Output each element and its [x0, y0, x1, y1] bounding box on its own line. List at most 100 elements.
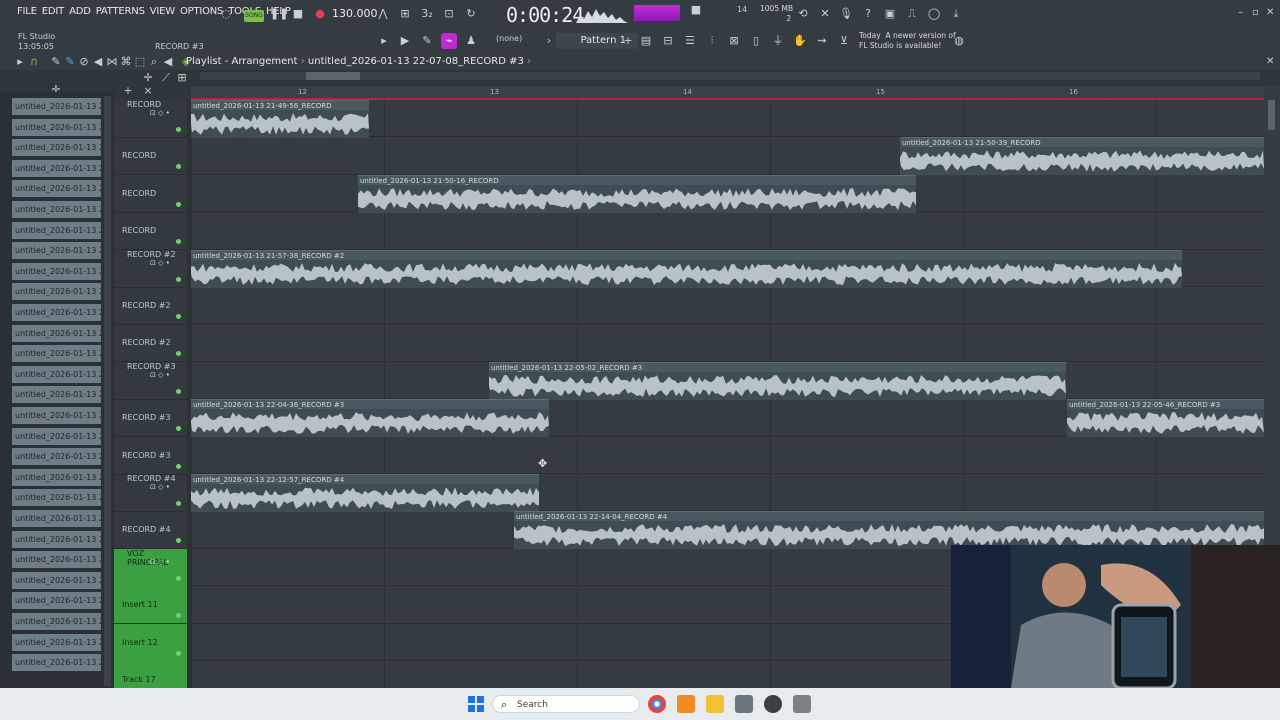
- track-mute-led[interactable]: [176, 239, 181, 245]
- magnet-icon[interactable]: ∩: [26, 54, 42, 70]
- track-header[interactable]: RECORD #2: [114, 324, 187, 363]
- metronome-icon[interactable]: ◌: [218, 6, 234, 22]
- pause-icon[interactable]: ❚❚: [270, 6, 288, 22]
- track-header[interactable]: RECORD: [114, 212, 187, 251]
- channel-rack-icon[interactable]: ⊟: [660, 33, 676, 49]
- browser-item[interactable]: untitled_2026-01-13 22-...: [12, 530, 101, 548]
- track-header[interactable]: RECORD #3 ⊡ ◇ •: [114, 362, 187, 400]
- chrome-icon[interactable]: [648, 695, 666, 713]
- windows-start-icon[interactable]: [468, 696, 484, 712]
- browser-item[interactable]: untitled_2026-01-13 22-...: [12, 510, 101, 527]
- browser-item[interactable]: untitled_2026-01-13 22-...: [12, 571, 101, 589]
- tools-icon[interactable]: ✕: [817, 6, 833, 22]
- blend-notes-icon[interactable]: ⊡: [441, 6, 457, 22]
- track-mute-led[interactable]: [176, 388, 181, 394]
- track-header[interactable]: RECORD: [114, 175, 187, 213]
- browser-item[interactable]: untitled_2026-01-13 21-...: [12, 118, 101, 136]
- timeline-ruler[interactable]: 12 13 14 15 16: [191, 86, 1264, 100]
- vscroll-thumb[interactable]: [1268, 100, 1275, 130]
- calculator-icon[interactable]: [793, 695, 811, 713]
- undo-history-icon[interactable]: ⟲: [795, 6, 811, 22]
- add-pattern-icon[interactable]: +: [620, 33, 636, 49]
- snap-icon[interactable]: ▶: [397, 33, 413, 49]
- microphone-icon[interactable]: 🎙: [838, 6, 854, 22]
- browser-scrollbar[interactable]: [104, 96, 111, 686]
- track-mute-led[interactable]: [176, 463, 181, 469]
- track-header[interactable]: RECORD #2: [114, 287, 187, 325]
- browser-item[interactable]: untitled_2026-01-13 22-...: [12, 386, 101, 404]
- track-header[interactable]: RECORD #4 ⊡ ◇ •: [114, 474, 187, 512]
- track-mute-led[interactable]: [176, 650, 181, 656]
- plugin-icon[interactable]: ⎍: [904, 6, 920, 22]
- audio-clip[interactable]: untitled_2026-01-13 22-14-04_RECORD #4: [514, 511, 1264, 550]
- track-controls-icon[interactable]: ⊡ ◇ •: [150, 371, 170, 379]
- fl-studio-icon[interactable]: [677, 695, 695, 713]
- track-mute-led[interactable]: [176, 538, 181, 544]
- update-notice[interactable]: Today A newer version of FL Studio is av…: [859, 31, 956, 51]
- browser-item[interactable]: untitled_2026-01-13 22-...: [12, 489, 101, 507]
- song-time-display[interactable]: 0:00:24: [506, 3, 584, 27]
- track-mute-led[interactable]: [176, 127, 181, 132]
- track-header[interactable]: RECORD #3: [114, 399, 187, 438]
- playlist-icon[interactable]: ▤: [638, 33, 654, 49]
- menu-edit[interactable]: EDIT: [42, 6, 64, 17]
- snap-select[interactable]: (none): [496, 34, 522, 43]
- mixer-icon[interactable]: ⫶: [704, 33, 720, 49]
- countdown-icon[interactable]: 3₂: [419, 6, 435, 22]
- track-mute-led[interactable]: [176, 314, 181, 319]
- browser-item[interactable]: untitled_2026-01-13 22-...: [12, 407, 101, 424]
- pencil-icon[interactable]: ✎: [419, 33, 435, 49]
- track-header[interactable]: RECORD #2 ⊡ ◇ •: [114, 250, 187, 288]
- menu-patterns[interactable]: PATTERNS: [96, 6, 145, 17]
- save-icon[interactable]: ▣: [882, 6, 898, 22]
- browser-item[interactable]: untitled_2026-01-13 22-...: [12, 468, 101, 486]
- browser-item[interactable]: untitled_2026-01-13 22-...: [12, 345, 101, 363]
- track-controls-icon[interactable]: ⊡ ◇ •: [150, 483, 170, 491]
- audio-clip[interactable]: untitled_2026-01-13 21-49-56_RECORD: [191, 100, 369, 138]
- track-controls-icon[interactable]: ⊡ ◇ •: [150, 109, 170, 117]
- stop-icon[interactable]: ■: [290, 6, 306, 22]
- close-icon[interactable]: ✕: [1266, 7, 1274, 18]
- track-controls-icon[interactable]: ⊡ ◇ •: [150, 558, 170, 566]
- chat-icon[interactable]: ◯: [926, 6, 942, 22]
- track-controls-icon[interactable]: ⊡ ◇ •: [150, 259, 170, 267]
- track-header[interactable]: RECORD #3: [114, 437, 187, 475]
- folder-icon[interactable]: [706, 695, 724, 713]
- browser-item[interactable]: untitled_2026-01-13 21-...: [12, 201, 101, 218]
- browser-item[interactable]: untitled_2026-01-13 21-...: [12, 221, 101, 239]
- track-header[interactable]: Insert 12: [114, 623, 187, 662]
- browser-item[interactable]: untitled_2026-01-13 21-...: [12, 159, 101, 177]
- audio-clip[interactable]: untitled_2026-01-13 21-50-39_RECORD: [900, 137, 1264, 176]
- arrow-right-icon[interactable]: ▸: [376, 33, 392, 49]
- add-track-icon[interactable]: +: [120, 83, 136, 99]
- browser-item[interactable]: untitled_2026-01-13 22-...: [12, 448, 101, 466]
- track-mute-led[interactable]: [176, 351, 181, 357]
- playback-tool-icon[interactable]: ◀: [160, 54, 176, 70]
- track-mute-led[interactable]: [176, 613, 181, 619]
- song-mode-toggle[interactable]: SONG: [244, 10, 264, 22]
- piano-roll-icon[interactable]: ☰: [682, 33, 698, 49]
- panic-stop-icon[interactable]: ■: [688, 2, 704, 18]
- track-mute-led[interactable]: [176, 575, 181, 581]
- browser-item[interactable]: untitled_2026-01-13 22-...: [12, 551, 101, 569]
- typing-keyboard-icon[interactable]: ⋀: [375, 6, 391, 22]
- track-mute-led[interactable]: [176, 164, 181, 170]
- download-icon[interactable]: ⤓: [948, 6, 964, 22]
- link-icon[interactable]: ⌁: [441, 33, 457, 49]
- browser-item[interactable]: untitled_2026-01-13 22-...: [12, 262, 101, 280]
- steam-icon[interactable]: [764, 695, 782, 713]
- remove-track-icon[interactable]: ×: [140, 83, 156, 99]
- audio-clip[interactable]: untitled_2026-01-13 22-05-46_RECORD #3: [1067, 399, 1264, 438]
- audio-clip[interactable]: untitled_2026-01-13 22-12-57_RECORD #4: [191, 474, 539, 512]
- browser-item[interactable]: untitled_2026-01-13 22-...: [12, 283, 101, 301]
- record-audio-icon[interactable]: ⇝: [814, 33, 830, 49]
- horizontal-scrollbar[interactable]: [200, 72, 1260, 80]
- menu-options[interactable]: OPTIONS: [180, 6, 223, 17]
- browser-item[interactable]: untitled_2026-01-13 22-...: [12, 365, 101, 383]
- browser-item[interactable]: untitled_2026-01-13 22-...: [12, 324, 101, 342]
- browser-icon[interactable]: ⊠: [726, 33, 742, 49]
- scroll-thumb[interactable]: [306, 72, 360, 80]
- taskbar-search[interactable]: Search: [492, 695, 640, 713]
- file-icon[interactable]: ▯: [748, 33, 764, 49]
- track-header[interactable]: RECORD ⊡ ◇ •: [114, 100, 187, 138]
